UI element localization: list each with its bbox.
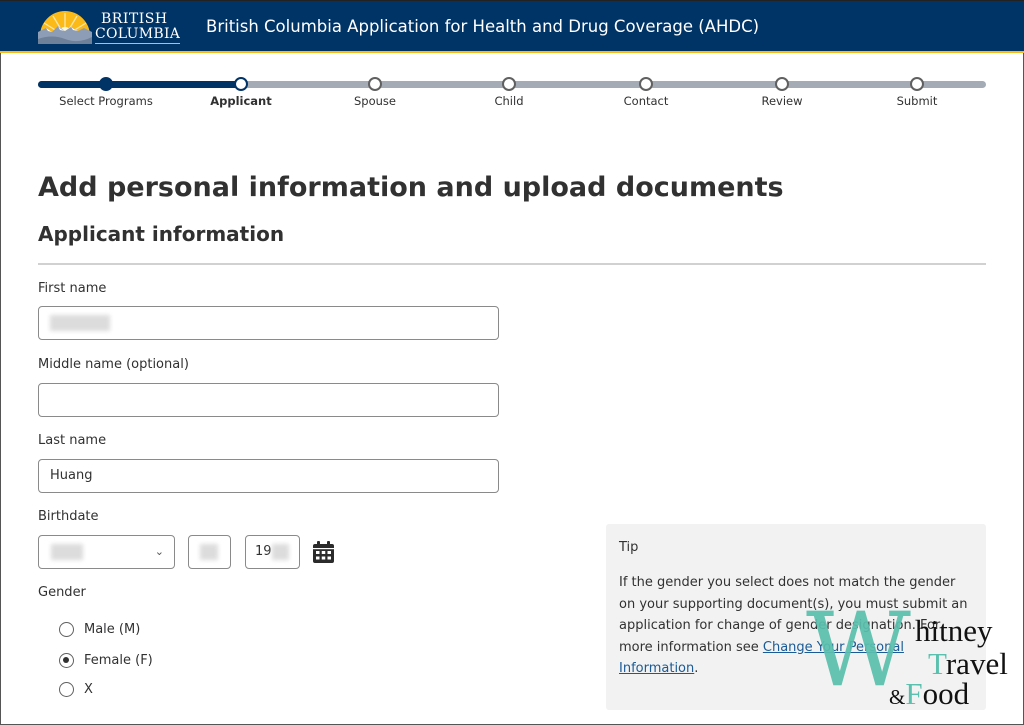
step-dot-current <box>234 77 248 91</box>
sunset-mountain-icon <box>38 11 92 44</box>
step-dot <box>775 77 789 91</box>
step-submit: Submit <box>857 77 977 108</box>
watermark-line-3-text: ood <box>922 676 970 711</box>
section-divider <box>38 263 986 265</box>
step-dot <box>639 77 653 91</box>
redacted-value <box>200 544 218 560</box>
step-dot <box>502 77 516 91</box>
section-title: Applicant information <box>38 222 285 246</box>
bc-logo[interactable]: British Columbia <box>38 9 181 47</box>
step-label: Spouse <box>354 94 396 108</box>
gender-radio-female[interactable]: Female (F) <box>59 650 153 670</box>
redacted-value <box>51 544 83 560</box>
step-child: Child <box>449 77 569 108</box>
step-select-programs[interactable]: Select Programs <box>46 77 166 108</box>
step-dot <box>368 77 382 91</box>
step-label: Contact <box>623 94 669 108</box>
step-label: Child <box>494 94 524 108</box>
first-name-label: First name <box>38 281 107 296</box>
step-dot-done <box>99 77 113 91</box>
last-name-input[interactable]: Huang <box>38 459 499 493</box>
step-label: Select Programs <box>59 94 153 108</box>
step-dot <box>910 77 924 91</box>
middle-name-label: Middle name (optional) <box>38 357 189 372</box>
birth-year-input[interactable]: 19 <box>245 535 300 569</box>
logo-line-1: British <box>101 11 168 27</box>
gender-radio-x[interactable]: X <box>59 679 93 699</box>
radio-circle[interactable] <box>59 681 74 697</box>
redacted-value <box>50 314 110 331</box>
progress-stepper: Select Programs Applicant Spouse Child C… <box>38 77 986 108</box>
step-label: Review <box>761 94 803 108</box>
watermark-line-2: Travel <box>928 648 1008 679</box>
tip-text-end: . <box>694 661 699 676</box>
birth-month-select[interactable]: ⌄ <box>38 535 175 569</box>
year-prefix: 19 <box>255 544 272 559</box>
gender-radio-male[interactable]: Male (M) <box>59 619 140 639</box>
redacted-value <box>271 543 289 560</box>
last-name-label: Last name <box>38 433 107 448</box>
app-title: British Columbia Application for Health … <box>206 17 760 36</box>
step-applicant[interactable]: Applicant <box>181 77 301 108</box>
radio-circle[interactable] <box>59 621 74 637</box>
radio-label: Female (F) <box>84 652 153 668</box>
radio-label: Male (M) <box>84 621 141 637</box>
radio-circle-checked[interactable] <box>59 652 74 668</box>
watermark-line-3-initial: F <box>905 676 923 711</box>
calendar-icon[interactable] <box>313 541 334 563</box>
logo-line-2: Columbia <box>95 26 181 44</box>
radio-label: X <box>84 681 93 697</box>
first-name-input[interactable] <box>38 306 499 340</box>
step-review: Review <box>722 77 842 108</box>
header-bar: British Columbia British Columbia Applic… <box>0 0 1024 53</box>
step-label: Submit <box>896 94 938 108</box>
page-title: Add personal information and upload docu… <box>38 172 784 203</box>
step-label: Applicant <box>210 94 272 108</box>
birthdate-label: Birthdate <box>38 509 99 524</box>
watermark-ampersand: & <box>889 685 906 709</box>
gender-label: Gender <box>38 585 86 600</box>
tip-title: Tip <box>619 540 639 555</box>
watermark-logo: W hitney Travel &Food <box>800 600 1015 712</box>
logo-wordmark: British Columbia <box>95 11 181 44</box>
middle-name-input[interactable] <box>38 383 499 417</box>
watermark-line-3: &Food <box>889 678 969 709</box>
step-contact: Contact <box>586 77 706 108</box>
birth-day-input[interactable] <box>188 535 231 569</box>
chevron-down-icon: ⌄ <box>154 545 164 558</box>
step-spouse: Spouse <box>315 77 435 108</box>
watermark-line-1: hitney <box>915 613 993 648</box>
